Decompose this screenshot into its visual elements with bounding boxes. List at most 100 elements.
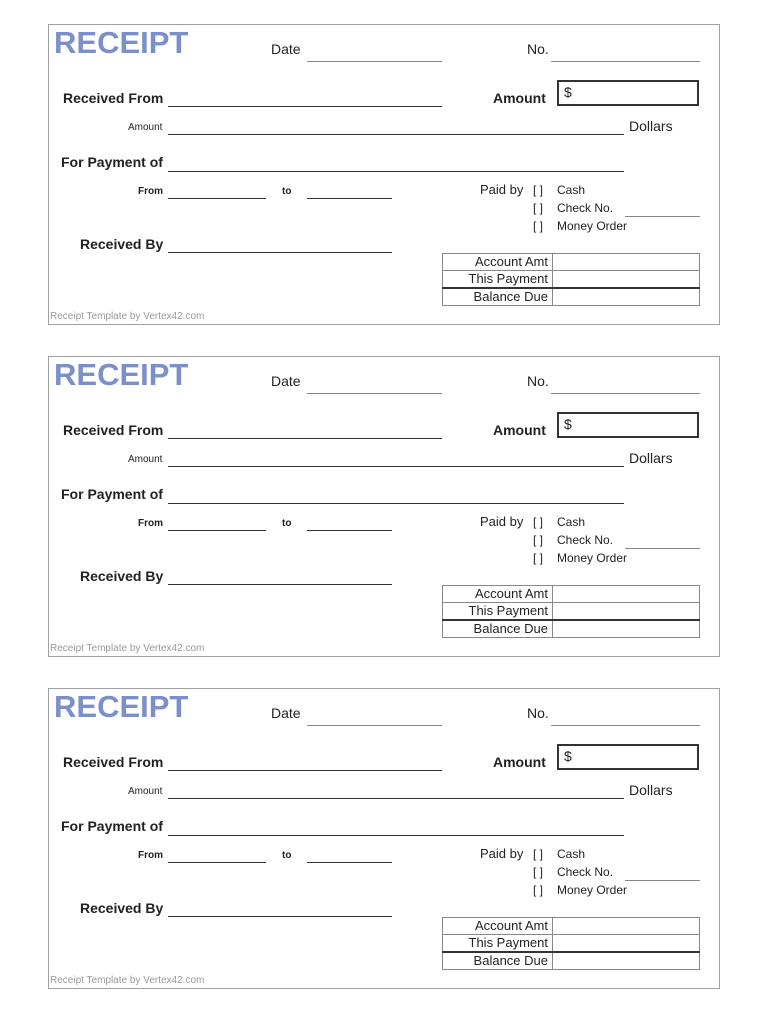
receipt-number-field[interactable] [551,61,700,62]
cash-checkbox[interactable]: [ ] [533,515,543,529]
to-date-field[interactable] [307,530,392,531]
cash-checkbox[interactable]: [ ] [533,183,543,197]
received-by-field[interactable] [168,916,392,917]
receipt-title: RECEIPT [54,25,189,60]
amount-in-words-field[interactable] [168,798,624,799]
amount-in-words-label: Amount [128,786,163,797]
table-row: This Payment [442,270,700,289]
balance-due-field[interactable] [552,951,700,970]
amount-field[interactable]: $ [557,412,699,438]
amount-field[interactable]: $ [557,744,699,770]
receipt-number-label: No. [527,373,549,389]
date-field[interactable] [307,393,442,394]
for-payment-field[interactable] [168,503,624,504]
paid-by-label: Paid by [480,182,524,197]
account-amt-field[interactable] [552,917,700,935]
amount-field[interactable]: $ [557,80,699,106]
currency-symbol: $ [564,416,572,432]
currency-symbol: $ [564,84,572,100]
for-payment-label: For Payment of [61,486,163,502]
check-checkbox[interactable]: [ ] [533,865,543,879]
receipt-title: RECEIPT [54,689,189,724]
balance-due-label: Balance Due [442,951,553,970]
table-row: This Payment [442,934,700,953]
receipt-number-label: No. [527,705,549,721]
dollars-label: Dollars [629,782,673,798]
dollars-label: Dollars [629,450,673,466]
paid-by-label: Paid by [480,846,524,861]
table-row: Account Amt [442,253,700,271]
amount-label: Amount [493,754,546,770]
balance-due-field[interactable] [552,619,700,638]
received-by-field[interactable] [168,252,392,253]
receipt-number-field[interactable] [551,393,700,394]
check-checkbox[interactable]: [ ] [533,201,543,215]
date-label: Date [271,41,301,57]
for-payment-field[interactable] [168,835,624,836]
money-order-checkbox[interactable]: [ ] [533,883,543,897]
balance-due-label: Balance Due [442,287,553,306]
received-from-label: Received From [63,422,164,438]
receipt-number-field[interactable] [551,725,700,726]
cash-label: Cash [557,183,586,197]
account-amt-label: Account Amt [442,585,553,603]
balance-due-label: Balance Due [442,619,553,638]
from-date-field[interactable] [168,530,266,531]
check-number-field[interactable] [625,548,700,549]
money-order-label: Money Order [557,551,628,565]
amount-in-words-field[interactable] [168,134,624,135]
received-by-label: Received By [80,568,164,584]
check-checkbox[interactable]: [ ] [533,533,543,547]
to-label: to [282,518,292,529]
this-payment-field[interactable] [552,270,700,289]
received-from-field[interactable] [168,438,442,439]
receipt-1: RECEIPT Date No. Received From Amount $ … [48,24,720,325]
this-payment-field[interactable] [552,934,700,953]
this-payment-field[interactable] [552,602,700,621]
receipt-3: RECEIPT Date No. Received From Amount $ … [48,688,720,989]
payment-summary-table: Account Amt This Payment Balance Due [442,917,700,970]
from-date-field[interactable] [168,198,266,199]
from-date-field[interactable] [168,862,266,863]
amount-in-words-label: Amount [128,454,163,465]
to-label: to [282,186,292,197]
money-order-checkbox[interactable]: [ ] [533,219,543,233]
received-by-field[interactable] [168,584,392,585]
money-order-label: Money Order [557,883,628,897]
received-from-field[interactable] [168,770,442,771]
money-order-checkbox[interactable]: [ ] [533,551,543,565]
account-amt-label: Account Amt [442,253,553,271]
to-date-field[interactable] [307,198,392,199]
table-row: Balance Due [442,951,700,970]
for-payment-label: For Payment of [61,818,163,834]
for-payment-field[interactable] [168,171,624,172]
cash-label: Cash [557,515,586,529]
cash-checkbox[interactable]: [ ] [533,847,543,861]
payment-summary-table: Account Amt This Payment Balance Due [442,585,700,638]
this-payment-label: This Payment [442,602,553,621]
receipt-title: RECEIPT [54,357,189,392]
cash-label: Cash [557,847,586,861]
amount-label: Amount [493,422,546,438]
date-field[interactable] [307,61,442,62]
date-field[interactable] [307,725,442,726]
check-number-field[interactable] [625,216,700,217]
check-label: Check No. [557,865,614,879]
dollars-label: Dollars [629,118,673,134]
received-from-field[interactable] [168,106,442,107]
to-label: to [282,850,292,861]
template-credit: Receipt Template by Vertex42.com [50,975,205,986]
account-amt-field[interactable] [552,253,700,271]
amount-in-words-field[interactable] [168,466,624,467]
from-label: From [138,518,163,529]
amount-in-words-label: Amount [128,122,163,133]
template-credit: Receipt Template by Vertex42.com [50,643,205,654]
payment-summary-table: Account Amt This Payment Balance Due [442,253,700,306]
to-date-field[interactable] [307,862,392,863]
check-label: Check No. [557,201,614,215]
date-label: Date [271,705,301,721]
amount-label: Amount [493,90,546,106]
balance-due-field[interactable] [552,287,700,306]
account-amt-field[interactable] [552,585,700,603]
check-number-field[interactable] [625,880,700,881]
